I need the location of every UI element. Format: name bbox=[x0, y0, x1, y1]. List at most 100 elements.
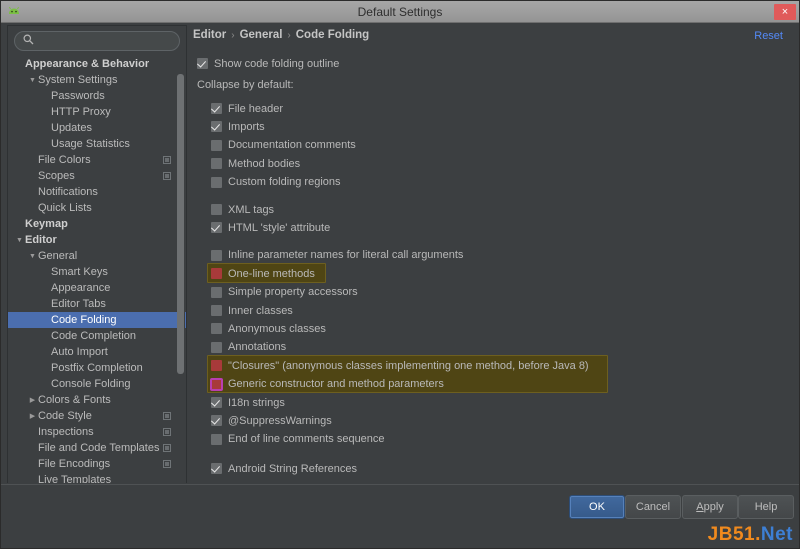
sidebar-item-appearance-behavior[interactable]: Appearance & Behavior bbox=[8, 56, 186, 72]
project-scope-icon bbox=[162, 411, 172, 421]
search-icon bbox=[23, 32, 34, 50]
chevron-right-icon[interactable]: ▶ bbox=[27, 412, 38, 420]
checkbox-label: "Closures" (anonymous classes implementi… bbox=[228, 360, 589, 372]
checkbox-icon[interactable] bbox=[211, 379, 222, 390]
checkbox-icon[interactable] bbox=[211, 287, 222, 298]
sidebar-item-keymap[interactable]: Keymap bbox=[8, 216, 186, 232]
sidebar-item-postfix-completion[interactable]: Postfix Completion bbox=[8, 360, 186, 376]
breadcrumb-separator: › bbox=[231, 30, 234, 41]
sidebar-item-file-encodings[interactable]: File Encodings bbox=[8, 456, 186, 472]
sidebar-item-code-style[interactable]: ▶Code Style bbox=[8, 408, 186, 424]
help-button[interactable]: Help bbox=[738, 495, 794, 519]
option-i18n-strings-checkbox[interactable]: I18n strings bbox=[211, 395, 285, 410]
chevron-down-icon[interactable]: ▼ bbox=[27, 77, 38, 84]
checkbox-icon[interactable] bbox=[211, 268, 222, 279]
chevron-down-icon[interactable]: ▼ bbox=[14, 237, 25, 244]
sidebar-item-http-proxy[interactable]: HTTP Proxy bbox=[8, 104, 186, 120]
option-imports-checkbox[interactable]: Imports bbox=[211, 119, 265, 134]
sidebar-item-label: File Colors bbox=[38, 154, 91, 166]
option-anonymous-classes-checkbox[interactable]: Anonymous classes bbox=[211, 321, 326, 336]
sidebar-item-label: Auto Import bbox=[51, 346, 108, 358]
option-inline-parameter-names-for-literal-call-argu-checkbox[interactable]: Inline parameter names for literal call … bbox=[211, 248, 463, 263]
sidebar-item-editor[interactable]: ▼Editor bbox=[8, 232, 186, 248]
checkbox-icon[interactable] bbox=[211, 434, 222, 445]
option-documentation-comments-checkbox[interactable]: Documentation comments bbox=[211, 138, 356, 153]
checkbox-label: Inner classes bbox=[228, 305, 293, 317]
checkbox-icon[interactable] bbox=[211, 250, 222, 261]
sidebar-item-console-folding[interactable]: Console Folding bbox=[8, 376, 186, 392]
checkbox-icon[interactable] bbox=[211, 222, 222, 233]
sidebar-item-system-settings[interactable]: ▼System Settings bbox=[8, 72, 186, 88]
checkbox-icon[interactable] bbox=[211, 158, 222, 169]
sidebar-item-label: File and Code Templates bbox=[38, 442, 159, 454]
settings-tree[interactable]: Appearance & Behavior▼System SettingsPas… bbox=[8, 56, 186, 506]
sidebar-item-usage-statistics[interactable]: Usage Statistics bbox=[8, 136, 186, 152]
sidebar-item-label: Code Completion bbox=[51, 330, 136, 342]
breadcrumb-part: Code Folding bbox=[296, 29, 369, 41]
checkbox-icon[interactable] bbox=[211, 463, 222, 474]
sidebar-item-scopes[interactable]: Scopes bbox=[8, 168, 186, 184]
option-android-string-references-checkbox[interactable]: Android String References bbox=[211, 461, 357, 476]
show-code-folding-outline-checkbox[interactable]: Show code folding outline bbox=[197, 56, 339, 71]
cancel-button[interactable]: Cancel bbox=[625, 495, 681, 519]
checkbox-icon[interactable] bbox=[211, 323, 222, 334]
sidebar-item-colors-fonts[interactable]: ▶Colors & Fonts bbox=[8, 392, 186, 408]
option-end-of-line-comments-sequence-checkbox[interactable]: End of line comments sequence bbox=[211, 432, 385, 447]
sidebar-scrollbar-thumb[interactable] bbox=[177, 74, 184, 374]
checkbox-icon[interactable] bbox=[211, 415, 222, 426]
option-custom-folding-regions-checkbox[interactable]: Custom folding regions bbox=[211, 175, 341, 190]
sidebar-item-label: Updates bbox=[51, 122, 92, 134]
sidebar-item-smart-keys[interactable]: Smart Keys bbox=[8, 264, 186, 280]
sidebar-item-appearance[interactable]: Appearance bbox=[8, 280, 186, 296]
option-xml-tags-checkbox[interactable]: XML tags bbox=[211, 202, 274, 217]
search-box[interactable] bbox=[14, 31, 180, 51]
search-input[interactable] bbox=[38, 33, 180, 49]
watermark-part1: JB51. bbox=[708, 524, 761, 545]
checkbox-icon[interactable] bbox=[197, 58, 208, 69]
checkbox-icon[interactable] bbox=[211, 397, 222, 408]
reset-link[interactable]: Reset bbox=[754, 30, 783, 42]
sidebar-item-auto-import[interactable]: Auto Import bbox=[8, 344, 186, 360]
option-closures-anonymous-classes-implementing-one--checkbox[interactable]: "Closures" (anonymous classes implementi… bbox=[211, 358, 589, 373]
checkbox-label: XML tags bbox=[228, 204, 274, 216]
sidebar-item-notifications[interactable]: Notifications bbox=[8, 184, 186, 200]
checkbox-icon[interactable] bbox=[211, 305, 222, 316]
close-icon[interactable]: × bbox=[774, 4, 796, 20]
sidebar-item-code-completion[interactable]: Code Completion bbox=[8, 328, 186, 344]
sidebar-item-file-colors[interactable]: File Colors bbox=[8, 152, 186, 168]
sidebar-item-updates[interactable]: Updates bbox=[8, 120, 186, 136]
option-annotations-checkbox[interactable]: Annotations bbox=[211, 340, 286, 355]
option-one-line-methods-checkbox[interactable]: One-line methods bbox=[211, 266, 315, 281]
option-generic-constructor-and-method-parameters-checkbox[interactable]: Generic constructor and method parameter… bbox=[211, 377, 444, 392]
sidebar-item-label: Inspections bbox=[38, 426, 94, 438]
option-html-style-attribute-checkbox[interactable]: HTML 'style' attribute bbox=[211, 220, 330, 235]
checkbox-icon[interactable] bbox=[211, 204, 222, 215]
sidebar-item-inspections[interactable]: Inspections bbox=[8, 424, 186, 440]
sidebar-item-passwords[interactable]: Passwords bbox=[8, 88, 186, 104]
sidebar-item-label: Notifications bbox=[38, 186, 98, 198]
checkbox-icon[interactable] bbox=[211, 103, 222, 114]
apply-button[interactable]: Apply bbox=[682, 495, 738, 519]
option-suppresswarnings-checkbox[interactable]: @SuppressWarnings bbox=[211, 413, 332, 428]
sidebar-item-code-folding[interactable]: Code Folding bbox=[8, 312, 186, 328]
sidebar-item-editor-tabs[interactable]: Editor Tabs bbox=[8, 296, 186, 312]
sidebar-item-label: Appearance bbox=[51, 282, 110, 294]
checkbox-icon[interactable] bbox=[211, 342, 222, 353]
checkbox-label: File header bbox=[228, 103, 283, 115]
settings-content: Editor›General›Code Folding Reset Show c… bbox=[189, 25, 795, 483]
option-file-header-checkbox[interactable]: File header bbox=[211, 101, 283, 116]
sidebar-scrollbar-track[interactable] bbox=[178, 56, 185, 505]
checkbox-icon[interactable] bbox=[211, 360, 222, 371]
chevron-down-icon[interactable]: ▼ bbox=[27, 253, 38, 260]
sidebar-item-file-and-code-templates[interactable]: File and Code Templates bbox=[8, 440, 186, 456]
option-simple-property-accessors-checkbox[interactable]: Simple property accessors bbox=[211, 285, 358, 300]
option-inner-classes-checkbox[interactable]: Inner classes bbox=[211, 303, 293, 318]
chevron-right-icon[interactable]: ▶ bbox=[27, 396, 38, 404]
checkbox-icon[interactable] bbox=[211, 177, 222, 188]
checkbox-icon[interactable] bbox=[211, 121, 222, 132]
sidebar-item-general[interactable]: ▼General bbox=[8, 248, 186, 264]
checkbox-icon[interactable] bbox=[211, 140, 222, 151]
ok-button[interactable]: OK bbox=[569, 495, 625, 519]
option-method-bodies-checkbox[interactable]: Method bodies bbox=[211, 156, 300, 171]
sidebar-item-quick-lists[interactable]: Quick Lists bbox=[8, 200, 186, 216]
